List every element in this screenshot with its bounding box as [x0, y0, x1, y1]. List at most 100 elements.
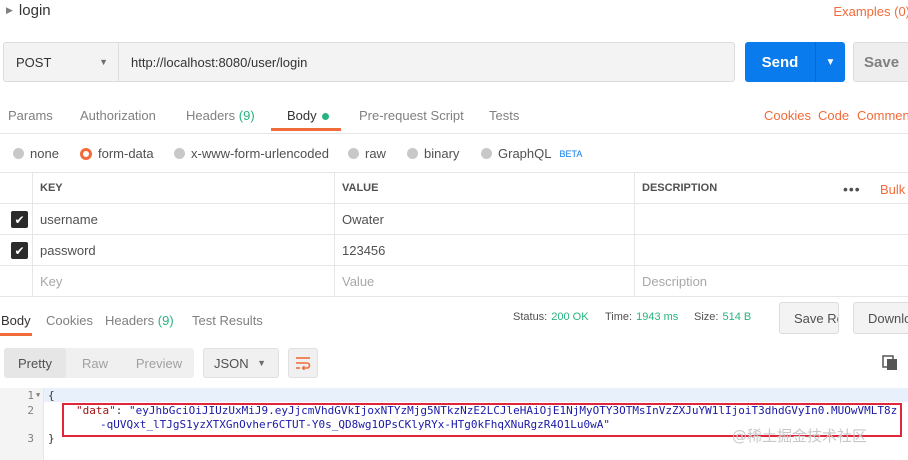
row-checkbox-checked-icon[interactable]: ✔	[11, 211, 28, 228]
tab-authorization[interactable]: Authorization	[80, 108, 156, 123]
radio-raw-label: raw	[365, 146, 386, 161]
tab-body[interactable]: Body	[287, 108, 329, 123]
chevron-down-icon: ▼	[257, 358, 266, 368]
tab-prerequest-script[interactable]: Pre-request Script	[359, 108, 464, 123]
size-value: 514 B	[722, 311, 752, 323]
table-header-row: KEY VALUE DESCRIPTION ••• Bulk Edit	[0, 173, 908, 204]
radio-selected-icon	[80, 147, 92, 160]
collapse-triangle-icon[interactable]: ▶	[6, 5, 13, 16]
resp-tab-cookies[interactable]: Cookies	[46, 313, 93, 328]
resp-tab-test-results[interactable]: Test Results	[192, 313, 263, 328]
tab-headers-label: Headers	[186, 108, 236, 123]
time-value: 1943 ms	[636, 311, 679, 323]
response-tabs: Body Cookies Headers (9) Test Results St…	[0, 300, 908, 336]
status-label: Status:	[513, 311, 548, 323]
beta-badge: BETA	[559, 148, 583, 159]
format-select[interactable]: JSON ▼	[203, 348, 279, 378]
view-mode-segmented: Pretty Raw Preview	[4, 348, 194, 378]
line-number: 1	[27, 389, 34, 402]
url-input[interactable]: http://localhost:8080/user/login	[119, 42, 735, 82]
chevron-down-icon: ▼	[99, 57, 108, 67]
time-indicator: Time: 1943 ms	[605, 311, 678, 323]
view-pretty-button[interactable]: Pretty	[4, 348, 66, 378]
row-description-cell[interactable]	[634, 235, 908, 265]
code-open-brace: {	[48, 389, 55, 402]
body-indicator-dot-icon	[321, 113, 329, 121]
view-preview-button[interactable]: Preview	[124, 348, 194, 378]
tab-body-label: Body	[287, 108, 317, 123]
send-options-chevron-icon[interactable]: ▼	[815, 42, 845, 82]
radio-none[interactable]: none	[13, 146, 59, 161]
code-link[interactable]: Code	[818, 108, 849, 123]
comments-link[interactable]: Comments	[857, 108, 908, 123]
copy-icon[interactable]	[882, 355, 898, 371]
request-title[interactable]: ▶ login	[6, 2, 51, 19]
watermark: @稀土掘金技术社区	[732, 427, 868, 445]
resp-tab-body[interactable]: Body	[1, 313, 31, 328]
method-value: POST	[16, 54, 52, 70]
radio-circle-icon	[13, 148, 24, 159]
download-button[interactable]: Download	[853, 302, 908, 334]
time-label: Time:	[605, 311, 633, 323]
more-options-icon[interactable]: •••	[843, 181, 861, 197]
resp-tab-headers[interactable]: Headers (9)	[105, 313, 174, 328]
code-close-brace: }	[48, 432, 55, 445]
radio-graphql-label: GraphQL	[498, 146, 552, 161]
radio-urlencoded[interactable]: x-www-form-urlencoded	[174, 146, 329, 161]
radio-circle-icon	[407, 148, 418, 159]
row-key-cell[interactable]: username	[32, 204, 334, 234]
radio-form-data[interactable]: form-data	[80, 146, 154, 161]
url-value: http://localhost:8080/user/login	[131, 54, 308, 70]
line-number: 2	[27, 404, 34, 417]
request-tabs: Params Authorization Headers (9) Body Pr…	[0, 96, 908, 134]
send-button[interactable]: Send	[745, 42, 815, 82]
save-response-button[interactable]: Save Response	[779, 302, 839, 334]
save-button[interactable]: Save	[853, 42, 908, 82]
active-tab-underline	[271, 128, 341, 131]
radio-binary[interactable]: binary	[407, 146, 459, 161]
row-checkbox-checked-icon[interactable]: ✔	[11, 242, 28, 259]
status-indicator: Status: 200 OK	[513, 311, 589, 323]
bulk-edit-link[interactable]: Bulk Edit	[880, 182, 908, 197]
form-data-table: KEY VALUE DESCRIPTION ••• Bulk Edit ✔ us…	[0, 172, 908, 297]
tab-headers[interactable]: Headers (9)	[186, 108, 255, 123]
response-body-code[interactable]: 1 ▼ 2 3 { "data": "eyJhbGciOiJIUzUxMiJ9.…	[0, 388, 908, 460]
table-row: ✔ password 123456	[0, 235, 908, 266]
cookies-link[interactable]: Cookies	[764, 108, 811, 123]
tab-params[interactable]: Params	[8, 108, 53, 123]
size-indicator: Size: 514 B	[694, 311, 751, 323]
view-raw-button[interactable]: Raw	[66, 348, 124, 378]
wrap-lines-icon	[296, 357, 311, 370]
method-select[interactable]: POST ▼	[3, 42, 119, 82]
examples-link[interactable]: Examples (0)	[833, 4, 908, 19]
table-row-new: Key Value Description	[0, 266, 908, 297]
new-value-input[interactable]: Value	[334, 266, 634, 296]
radio-none-label: none	[30, 146, 59, 161]
radio-graphql[interactable]: GraphQL BETA	[481, 146, 582, 161]
column-key-header: KEY	[32, 173, 334, 203]
row-value-cell[interactable]: Owater	[334, 204, 634, 234]
tab-headers-count: (9)	[238, 108, 255, 123]
radio-raw[interactable]: raw	[348, 146, 386, 161]
response-active-tab-underline	[0, 333, 32, 336]
resp-tab-headers-label: Headers	[105, 313, 155, 328]
row-key-cell[interactable]: password	[32, 235, 334, 265]
table-row: ✔ username Owater	[0, 204, 908, 235]
row-description-cell[interactable]	[634, 204, 908, 234]
column-value-header: VALUE	[334, 173, 634, 203]
radio-form-data-label: form-data	[98, 146, 154, 161]
body-type-options: none form-data x-www-form-urlencoded raw…	[0, 142, 908, 166]
radio-circle-icon	[174, 148, 185, 159]
radio-circle-icon	[481, 148, 492, 159]
new-key-input[interactable]: Key	[32, 266, 334, 296]
radio-circle-icon	[348, 148, 359, 159]
size-label: Size:	[694, 311, 719, 323]
fold-toggle-icon[interactable]: ▼	[36, 391, 40, 399]
line-number: 3	[27, 432, 34, 445]
format-value: JSON	[214, 355, 249, 371]
new-description-input[interactable]: Description	[634, 266, 908, 296]
active-line-highlight	[0, 388, 908, 402]
wrap-lines-button[interactable]	[288, 348, 318, 378]
tab-tests[interactable]: Tests	[489, 108, 519, 123]
row-value-cell[interactable]: 123456	[334, 235, 634, 265]
